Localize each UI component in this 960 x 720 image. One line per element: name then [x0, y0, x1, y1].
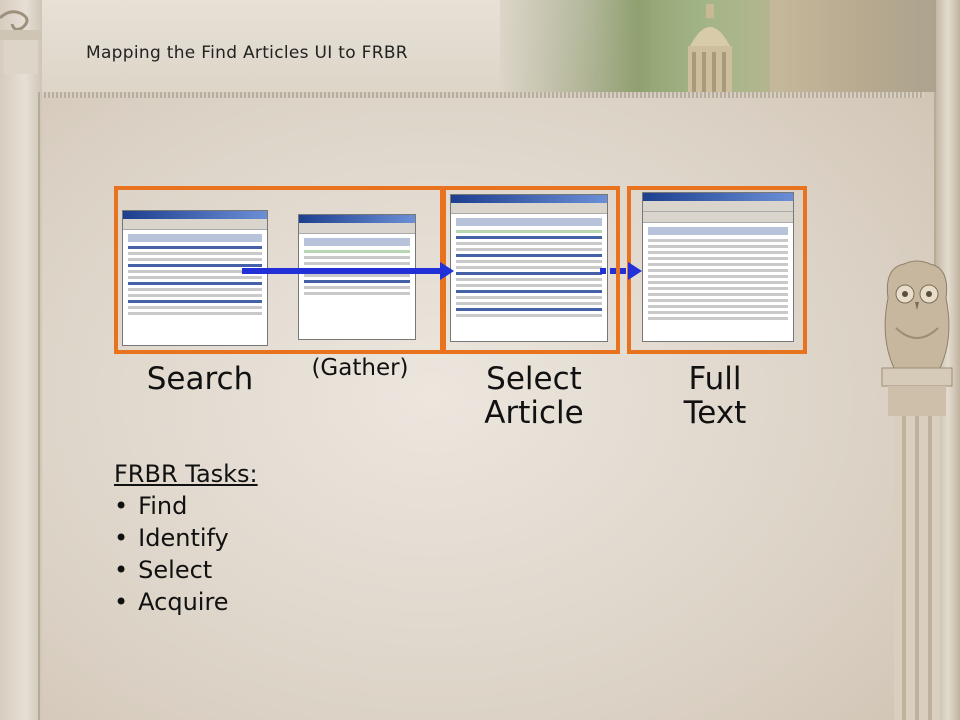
- step-label-search: Search: [146, 361, 254, 397]
- frbr-tasks-list: FRBR Tasks: Find Identify Select Acquire: [114, 460, 258, 618]
- flow-dashed-arrow-line: [600, 268, 628, 274]
- search-screenshot: [122, 210, 268, 346]
- flow-arrow-line: [242, 268, 442, 274]
- step-label-select-line1: Select: [486, 361, 582, 397]
- full-text-screenshot: [642, 192, 794, 342]
- owl-statue-icon: [881, 260, 953, 720]
- left-column-decoration: [0, 0, 42, 720]
- step-label-gather: (Gather): [311, 355, 409, 381]
- flow-arrow-head-icon: [440, 262, 454, 280]
- step-label-select-line2: Article: [484, 395, 584, 432]
- task-item: Find: [114, 490, 258, 522]
- step-label-full-line2: Text: [683, 395, 747, 432]
- step-label-full-text: Full Text: [640, 362, 790, 430]
- column-capital-icon: [0, 10, 42, 74]
- gather-screenshot: [298, 214, 416, 340]
- step-label-full-line1: Full: [688, 361, 742, 397]
- header-divider: [40, 92, 924, 98]
- flow-dashed-arrow-head-icon: [628, 262, 642, 280]
- task-item: Acquire: [114, 586, 258, 618]
- slide-title: Mapping the Find Articles UI to FRBR: [86, 43, 408, 63]
- select-article-screenshot: [450, 194, 608, 342]
- task-item: Select: [114, 554, 258, 586]
- step-label-select-article: Select Article: [454, 362, 614, 430]
- frbr-tasks-heading: FRBR Tasks:: [114, 460, 258, 488]
- left-divider: [38, 92, 40, 720]
- library-dome-image: [650, 0, 770, 92]
- task-item: Identify: [114, 522, 258, 554]
